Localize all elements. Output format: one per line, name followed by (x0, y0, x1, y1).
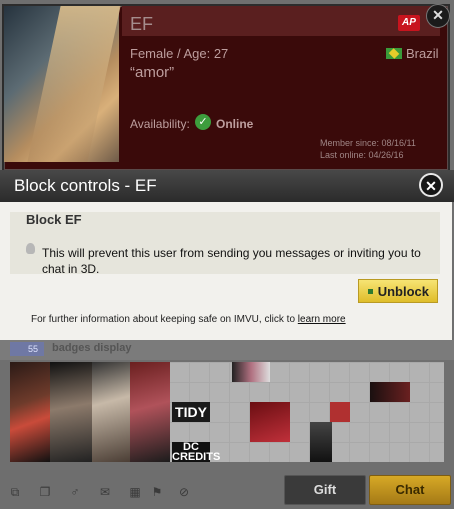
availability-label: Availability: (130, 117, 190, 131)
member-since: Member since: 08/16/11 (320, 138, 416, 148)
name-bar (122, 6, 440, 36)
badge-item[interactable] (232, 362, 270, 382)
badge-item[interactable] (250, 402, 290, 442)
badge-item[interactable] (50, 362, 92, 462)
gift-button[interactable]: Gift (284, 475, 366, 505)
badge-count: 55 (10, 342, 44, 356)
badge-item[interactable] (92, 362, 130, 462)
availability-status: Online (216, 117, 254, 131)
grid-icon[interactable]: ▦ (128, 486, 142, 498)
badge-item[interactable] (310, 422, 332, 462)
unblock-button[interactable]: Unblock (358, 279, 438, 303)
block-icon[interactable]: ⊘ (177, 486, 191, 498)
dialog-title: Block controls - EF (14, 176, 157, 195)
learn-more-link[interactable]: learn more (298, 314, 346, 325)
profile-close-icon[interactable]: ✕ (426, 4, 450, 28)
badge-tidy[interactable]: TIDY (172, 402, 210, 422)
badges-label: badges display (52, 342, 132, 354)
country: Brazil (406, 46, 439, 61)
chat-button[interactable]: Chat (369, 475, 451, 505)
message-icon[interactable]: ✉ (98, 486, 112, 498)
block-heading: Block EF (26, 212, 82, 227)
safety-note: For further information about keeping sa… (31, 314, 346, 325)
brazil-flag-icon (386, 48, 402, 59)
profile-name: EF (130, 14, 154, 34)
block-message: This will prevent this user from sending… (42, 246, 421, 276)
gender-age: Female / Age: 27 (130, 46, 229, 61)
flag-icon[interactable]: ⚑ (150, 486, 164, 498)
badge-item[interactable] (330, 402, 350, 422)
badge-dc-credits[interactable]: DC CREDITS (172, 442, 220, 463)
badge-item[interactable] (10, 362, 50, 462)
share-icon[interactable]: ⧉ (8, 486, 22, 498)
badge-item[interactable] (370, 382, 410, 402)
safety-note-text: For further information about keeping sa… (31, 314, 298, 325)
last-online: Last online: 04/26/16 (320, 150, 404, 160)
copy-icon[interactable]: ❐ (38, 486, 52, 498)
close-dialog-icon[interactable]: ✕ (419, 173, 443, 197)
friend-icon[interactable]: ♂ (68, 486, 82, 498)
profile-quote: “amor” (130, 64, 175, 81)
ap-badge: AP (398, 15, 420, 31)
check-icon: ✓ (195, 114, 211, 130)
badge-item[interactable] (130, 362, 170, 462)
profile-photo[interactable] (4, 6, 119, 162)
lightbulb-icon (26, 243, 35, 254)
